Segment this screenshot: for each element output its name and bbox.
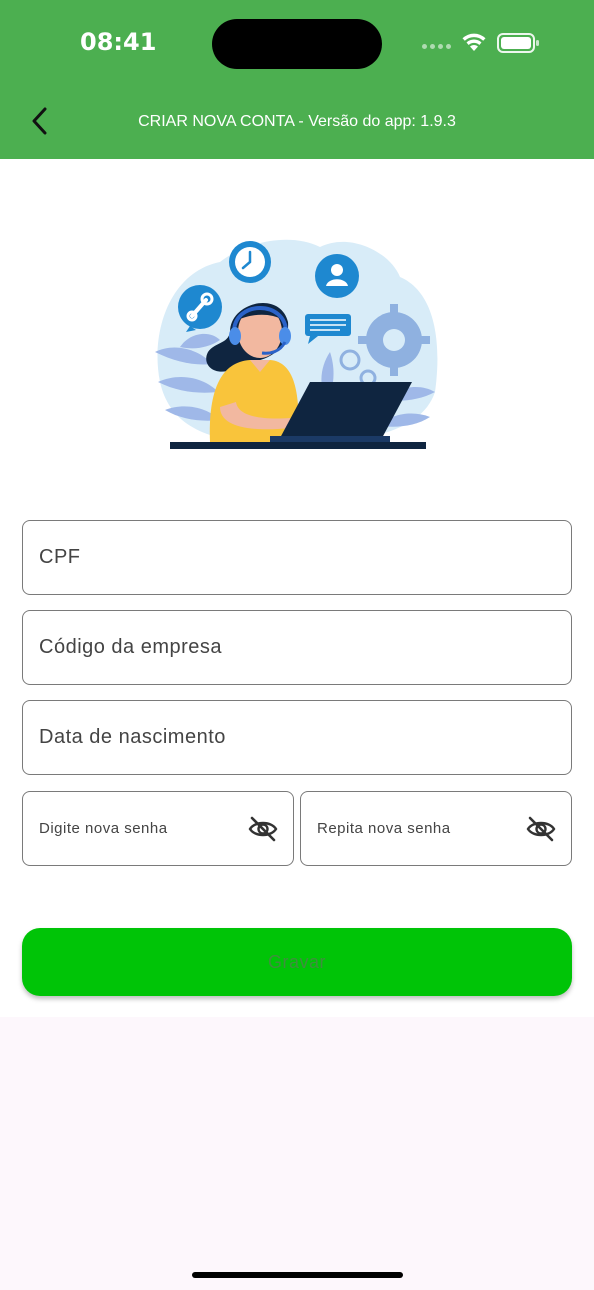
wifi-icon bbox=[462, 33, 486, 51]
page-title: CRIAR NOVA CONTA - Versão do app: 1.9.3 bbox=[138, 113, 456, 130]
dynamic-island bbox=[212, 19, 382, 69]
new-password-placeholder: Digite nova senha bbox=[39, 820, 168, 837]
save-button[interactable]: Gravar bbox=[22, 928, 572, 996]
cpf-field[interactable]: CPF bbox=[22, 520, 572, 595]
repeat-password-placeholder: Repita nova senha bbox=[317, 820, 451, 837]
home-indicator bbox=[192, 1272, 403, 1278]
battery-icon bbox=[497, 33, 539, 53]
status-time: 08:41 bbox=[80, 28, 157, 56]
birth-date-field[interactable]: Data de nascimento bbox=[22, 700, 572, 775]
new-password-field[interactable]: Digite nova senha bbox=[22, 791, 294, 866]
toggle-repeat-password-visibility-button[interactable] bbox=[525, 813, 557, 845]
birth-date-placeholder: Data de nascimento bbox=[39, 726, 226, 748]
cellular-signal-icon bbox=[422, 44, 451, 49]
support-agent-illustration bbox=[155, 239, 438, 449]
toggle-password-visibility-button[interactable] bbox=[247, 813, 279, 845]
repeat-password-field[interactable]: Repita nova senha bbox=[300, 791, 572, 866]
cpf-placeholder: CPF bbox=[39, 546, 81, 568]
app-header: 08:41 CRIAR NOVA CONTA - Versão do app: … bbox=[0, 0, 594, 159]
eye-off-icon bbox=[526, 816, 556, 841]
company-code-placeholder: Código da empresa bbox=[39, 636, 223, 658]
eye-off-icon bbox=[248, 816, 278, 841]
company-code-field[interactable]: Código da empresa bbox=[22, 610, 572, 685]
